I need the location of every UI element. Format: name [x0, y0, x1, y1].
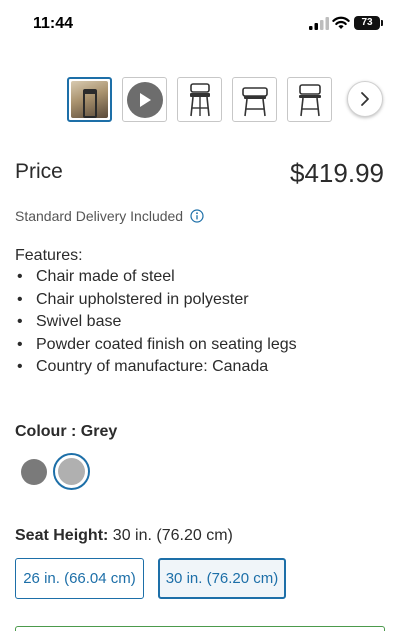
thumbnail-video[interactable] [122, 77, 167, 122]
status-bar: 11:44 73 [0, 0, 400, 48]
colour-label: Colour : Grey [15, 423, 118, 440]
battery-icon: 73 [354, 16, 380, 30]
colour-swatch-fill [58, 458, 85, 485]
signal-icon [309, 17, 329, 30]
wifi-icon [332, 16, 350, 29]
features-title: Features: [15, 247, 83, 264]
delivery-info: Standard Delivery Included [15, 208, 204, 224]
battery-cap [381, 20, 383, 26]
seat-height-value: 30 in. (76.20 cm) [108, 527, 233, 544]
feature-item: Chair made of steel [15, 266, 297, 289]
product-page: 11:44 73 Price $419.99 Standard Delivery… [0, 0, 400, 631]
add-to-cart-button-partial[interactable] [15, 626, 385, 631]
colour-swatch-dark-grey[interactable] [21, 459, 47, 485]
thumbnail-drawing-3[interactable] [287, 77, 332, 122]
thumbnail-photo[interactable] [67, 77, 112, 122]
chevron-right-icon [361, 92, 369, 106]
play-icon [126, 81, 163, 118]
features-list: Chair made of steel Chair upholstered in… [15, 266, 297, 379]
feature-item: Country of manufacture: Canada [15, 356, 297, 379]
thumbnail-drawing-1[interactable] [177, 77, 222, 122]
feature-item: Swivel base [15, 311, 297, 334]
thumbnail-next-button[interactable] [347, 81, 383, 117]
seat-height-title: Seat Height: [15, 527, 109, 544]
seat-height-option-30[interactable]: 30 in. (76.20 cm) [158, 558, 286, 599]
feature-item: Chair upholstered in polyester [15, 289, 297, 312]
stool-drawing-icon [189, 82, 210, 116]
feature-item: Powder coated finish on seating legs [15, 334, 297, 357]
stool-drawing-icon [298, 83, 321, 116]
status-time: 11:44 [33, 15, 74, 32]
delivery-text: Standard Delivery Included [15, 208, 184, 224]
stool-drawing-icon [241, 86, 268, 116]
stool-photo-icon [71, 81, 108, 118]
seat-height-option-26[interactable]: 26 in. (66.04 cm) [15, 558, 144, 599]
seat-height-label: Seat Height: 30 in. (76.20 cm) [15, 527, 233, 545]
thumbnail-drawing-2[interactable] [232, 77, 277, 122]
colour-swatch-grey-selected[interactable] [53, 453, 90, 490]
price-value: $419.99 [290, 158, 384, 188]
info-icon[interactable] [190, 209, 204, 223]
price-label: Price [15, 160, 63, 183]
